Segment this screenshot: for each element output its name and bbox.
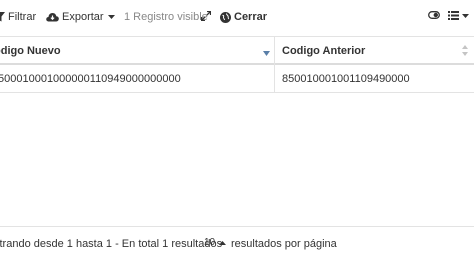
pagination-footer: strando desde 1 hasta 1 - En total 1 res… <box>0 226 474 258</box>
caret-down-icon <box>462 13 469 18</box>
column-header-codigo-anterior[interactable]: Codigo Anterior <box>274 37 474 65</box>
column-header-codigo-nuevo[interactable]: odigo Nuevo <box>0 37 274 65</box>
results-info: strando desde 1 hasta 1 - En total 1 res… <box>0 238 223 250</box>
caret-up-icon <box>219 237 227 248</box>
table-cell: 850010001001109490000 <box>274 65 474 93</box>
table-header: odigo Nuevo Codigo Anterior <box>0 37 474 65</box>
toggle-view-button[interactable] <box>428 11 440 19</box>
close-button[interactable]: Cerrar <box>220 11 267 23</box>
sort-desc-icon[interactable] <box>263 47 270 59</box>
page-size-select[interactable]: 10 <box>204 237 227 248</box>
column-header-label: odigo Nuevo <box>0 45 61 57</box>
sort-both-icon[interactable] <box>462 45 468 59</box>
export-label: Exportar <box>62 11 104 23</box>
page-size-suffix: resultados por página <box>231 238 337 250</box>
caret-down-icon <box>107 15 115 19</box>
close-label: Cerrar <box>234 11 268 23</box>
list-icon <box>448 11 459 20</box>
visible-records-count: 1 Registro visible <box>124 11 208 23</box>
columns-menu-button[interactable] <box>448 11 469 20</box>
toolbar: Filtrar Exportar 1 Registro visible Cerr… <box>0 0 474 36</box>
column-header-label: Codigo Anterior <box>282 45 366 57</box>
toggle-icon <box>428 11 440 19</box>
table-row[interactable]: 500010001000000110949000000000 850010001… <box>0 65 474 93</box>
expand-icon <box>201 11 211 21</box>
table-cell: 500010001000000110949000000000 <box>0 73 181 85</box>
globe-icon <box>220 11 231 23</box>
export-button[interactable]: Exportar <box>46 11 115 23</box>
filter-icon <box>0 12 5 22</box>
expand-button[interactable] <box>201 11 211 21</box>
data-table: odigo Nuevo Codigo Anterior 500010001000… <box>0 36 474 226</box>
data-table-panel: Filtrar Exportar 1 Registro visible Cerr… <box>0 0 474 258</box>
cloud-download-icon <box>46 12 59 22</box>
filter-label: Filtrar <box>8 11 37 23</box>
page-size-value: 10 <box>204 237 216 248</box>
filter-button[interactable]: Filtrar <box>0 11 36 23</box>
